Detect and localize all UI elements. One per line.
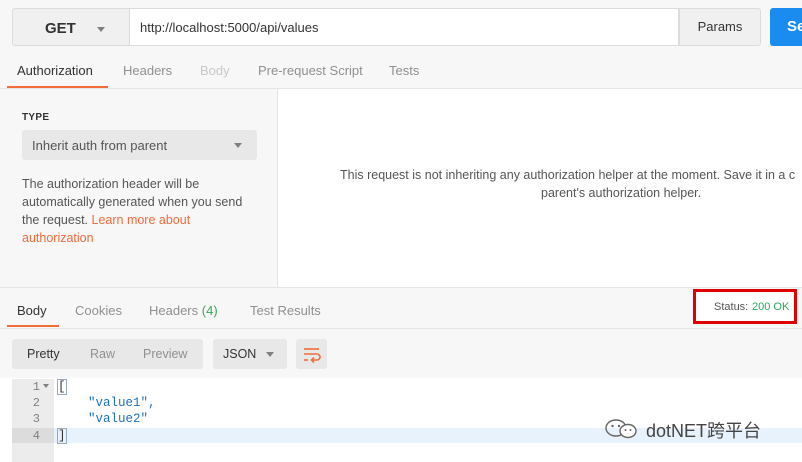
code-line: ] [57, 428, 67, 444]
format-value: JSON [223, 347, 257, 361]
view-mode-group: Pretty Raw Preview [12, 339, 203, 369]
status-highlight-box: Status: 200 OK [693, 289, 797, 324]
divider [0, 328, 802, 329]
tab-response-body[interactable]: Body [17, 303, 47, 318]
method-select[interactable]: GET [12, 8, 129, 46]
format-select[interactable]: JSON [213, 339, 287, 369]
status-value: 200 OK [752, 301, 790, 313]
url-input[interactable]: http://localhost:5000/api/values [129, 8, 679, 46]
tab-cookies[interactable]: Cookies [75, 303, 122, 318]
tab-authorization[interactable]: Authorization [17, 63, 93, 78]
caret-down-icon [234, 143, 242, 148]
headers-label: Headers [149, 303, 199, 318]
raw-button[interactable]: Raw [90, 347, 115, 361]
tab-body[interactable]: Body [200, 63, 230, 78]
preview-button[interactable]: Preview [143, 347, 187, 361]
caret-down-icon [97, 27, 105, 32]
headers-count: (4) [201, 303, 218, 318]
watermark-text: dotNET跨平台 [646, 421, 762, 441]
params-button[interactable]: Params [679, 8, 761, 46]
auth-type-select[interactable]: Inherit auth from parent [22, 130, 257, 160]
panel-divider [277, 89, 278, 287]
tab-test-results[interactable]: Test Results [250, 303, 321, 318]
wechat-icon [605, 419, 637, 439]
code-line: "value1", [88, 396, 156, 410]
wrap-lines-button[interactable] [296, 339, 327, 369]
active-tab-indicator [7, 325, 59, 327]
send-button[interactable]: Se [770, 8, 802, 46]
line-number: 4 [32, 429, 40, 443]
auth-type-value: Inherit auth from parent [32, 138, 168, 153]
line-number: 2 [32, 396, 40, 410]
url-value: http://localhost:5000/api/values [140, 20, 319, 35]
status-label: Status: [714, 301, 749, 313]
method-label: GET [45, 20, 76, 37]
inherit-message-line1: This request is not inheriting any autho… [340, 168, 796, 182]
tab-headers[interactable]: Headers [123, 63, 172, 78]
caret-down-icon [266, 352, 274, 357]
code-line: "value2" [88, 412, 149, 426]
tab-response-headers[interactable]: Headers (4) [149, 303, 218, 318]
inherit-message-line2: parent's authorization helper. [541, 186, 702, 200]
line-number: 1 [32, 380, 40, 394]
fold-arrow-icon[interactable] [43, 384, 49, 388]
pretty-button[interactable]: Pretty [27, 347, 60, 361]
line-number: 3 [32, 412, 40, 426]
tab-pre-request-script[interactable]: Pre-request Script [258, 63, 363, 78]
type-label: TYPE [22, 112, 50, 123]
wrap-lines-icon [304, 348, 321, 364]
code-line: [ [57, 379, 67, 395]
auth-description: The authorization header will be automat… [22, 175, 262, 247]
tab-tests[interactable]: Tests [389, 63, 419, 78]
inherit-message: This request is not inheriting any autho… [300, 166, 802, 202]
